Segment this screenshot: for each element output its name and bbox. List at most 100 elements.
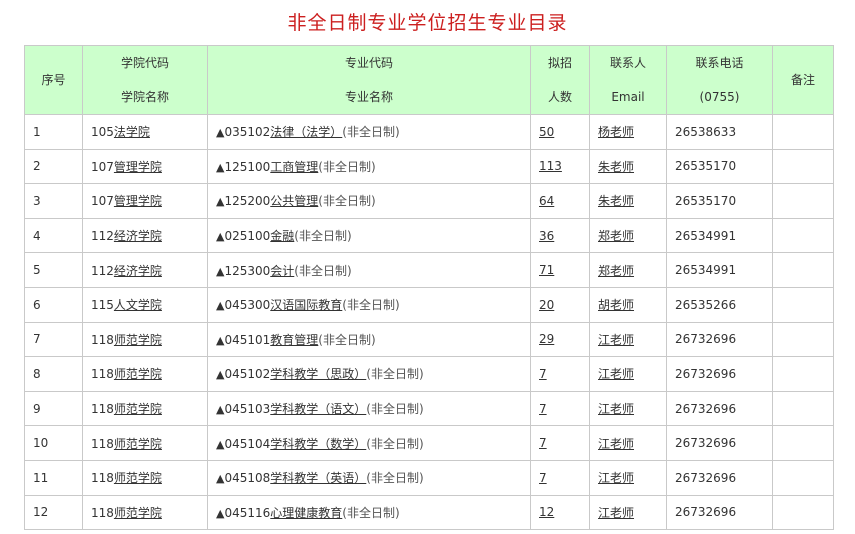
major-name-link[interactable]: 学科教学（思政） (270, 367, 366, 381)
cell-seq: 2 (24, 148, 83, 185)
college-name-link[interactable]: 经济学院 (114, 229, 162, 243)
college-code: 118 (91, 471, 114, 486)
major-code: 125300 (224, 263, 271, 278)
major-name-link[interactable]: 心理健康教育 (270, 506, 342, 520)
major-name-link[interactable]: 金融 (270, 229, 294, 243)
contact-link[interactable]: 朱老师 (598, 194, 634, 208)
study-mode: (非全日制) (366, 402, 424, 417)
quota-link[interactable]: 64 (539, 194, 554, 208)
major-code: 045116 (224, 505, 271, 520)
contact-link[interactable]: 江老师 (598, 402, 634, 416)
contact-link[interactable]: 杨老师 (598, 125, 634, 139)
contact-link[interactable]: 朱老师 (598, 160, 634, 174)
cell-college: 105法学院 (82, 114, 208, 150)
major-code: 125200 (224, 194, 271, 209)
cell-seq: 11 (24, 459, 83, 496)
contact-link[interactable]: 江老师 (598, 437, 634, 451)
contact-link[interactable]: 郑老师 (598, 229, 634, 243)
college-name-link[interactable]: 师范学院 (114, 333, 162, 347)
cell-quota: 64 (530, 183, 590, 219)
major-name-link[interactable]: 汉语国际教育 (270, 298, 342, 312)
header-email-label: Email (611, 90, 645, 104)
cell-seq: 4 (24, 217, 83, 254)
cell-quota: 7 (530, 459, 590, 496)
contact-link[interactable]: 江老师 (598, 506, 634, 520)
major-name-link[interactable]: 学科教学（数学） (270, 437, 366, 451)
cell-quota: 50 (530, 114, 590, 150)
college-code: 105 (91, 125, 114, 140)
college-name-link[interactable]: 师范学院 (114, 437, 162, 451)
header-college: 学院代码 学院名称 (82, 45, 208, 115)
cell-seq: 9 (24, 390, 83, 427)
major-name-link[interactable]: 公共管理 (270, 194, 318, 208)
college-name-link[interactable]: 管理学院 (114, 194, 162, 208)
study-mode: (非全日制) (366, 471, 424, 486)
college-name-link[interactable]: 师范学院 (114, 402, 162, 416)
contact-link[interactable]: 江老师 (598, 367, 634, 381)
cell-phone: 26534991 (666, 217, 773, 254)
cell-remark (772, 217, 834, 254)
cell-college: 118师范学院 (82, 425, 208, 461)
college-code: 118 (91, 402, 114, 417)
major-code: 045108 (224, 471, 271, 486)
cell-contact: 江老师 (589, 321, 667, 358)
contact-link[interactable]: 江老师 (598, 471, 634, 485)
cell-quota: 7 (530, 356, 590, 392)
quota-link[interactable]: 29 (539, 332, 554, 346)
major-name-link[interactable]: 教育管理 (270, 333, 318, 347)
college-name-link[interactable]: 师范学院 (114, 471, 162, 485)
major-code: 045103 (224, 402, 271, 417)
table-row: 2 107管理学院 ▲125100工商管理(非全日制) 113 朱老师 2653… (24, 148, 834, 185)
cell-contact: 朱老师 (589, 148, 667, 185)
study-mode: (非全日制) (294, 229, 352, 244)
quota-link[interactable]: 7 (539, 367, 547, 381)
quota-link[interactable]: 20 (539, 298, 554, 312)
cell-remark (772, 494, 834, 531)
major-name-link[interactable]: 法律（法学） (270, 125, 342, 139)
header-remark-label: 备注 (790, 73, 815, 87)
quota-link[interactable]: 7 (539, 471, 547, 485)
cell-contact: 江老师 (589, 459, 667, 496)
quota-link[interactable]: 50 (539, 125, 554, 139)
table-row: 4 112经济学院 ▲025100金融(非全日制) 36 郑老师 2653499… (24, 217, 834, 254)
cell-seq: 7 (24, 321, 83, 358)
quota-link[interactable]: 71 (539, 263, 554, 277)
cell-remark (772, 356, 834, 392)
cell-contact: 江老师 (589, 356, 667, 392)
quota-link[interactable]: 36 (539, 229, 554, 243)
header-major-code-label: 专业代码 (344, 56, 393, 70)
table-row: 8 118师范学院 ▲045102学科教学（思政）(非全日制) 7 江老师 26… (24, 356, 834, 392)
cell-quota: 12 (530, 494, 590, 531)
quota-link[interactable]: 7 (539, 436, 547, 450)
cell-phone: 26732696 (666, 425, 773, 461)
college-name-link[interactable]: 管理学院 (114, 160, 162, 174)
major-name-link[interactable]: 学科教学（语文） (270, 402, 366, 416)
cell-contact: 朱老师 (589, 183, 667, 219)
cell-remark (772, 425, 834, 461)
contact-link[interactable]: 郑老师 (598, 264, 634, 278)
major-code: 025100 (224, 229, 271, 244)
cell-college: 118师范学院 (82, 390, 208, 427)
college-code: 118 (91, 332, 114, 347)
quota-link[interactable]: 113 (539, 159, 562, 173)
college-name-link[interactable]: 经济学院 (114, 264, 162, 278)
cell-contact: 江老师 (589, 425, 667, 461)
college-name-link[interactable]: 人文学院 (114, 298, 162, 312)
major-name-link[interactable]: 学科教学（英语） (270, 471, 366, 485)
quota-link[interactable]: 7 (539, 402, 547, 416)
major-code: 045101 (224, 332, 271, 347)
contact-link[interactable]: 江老师 (598, 333, 634, 347)
cell-remark (772, 183, 834, 219)
study-mode: (非全日制) (366, 436, 424, 451)
quota-link[interactable]: 12 (539, 505, 554, 519)
study-mode: (非全日制) (294, 263, 352, 278)
college-name-link[interactable]: 师范学院 (114, 367, 162, 381)
college-code: 112 (91, 263, 114, 278)
cell-remark (772, 321, 834, 358)
contact-link[interactable]: 胡老师 (598, 298, 634, 312)
major-name-link[interactable]: 工商管理 (270, 160, 318, 174)
college-name-link[interactable]: 法学院 (114, 125, 150, 139)
cell-college: 118师范学院 (82, 494, 208, 531)
college-name-link[interactable]: 师范学院 (114, 506, 162, 520)
major-name-link[interactable]: 会计 (270, 264, 294, 278)
